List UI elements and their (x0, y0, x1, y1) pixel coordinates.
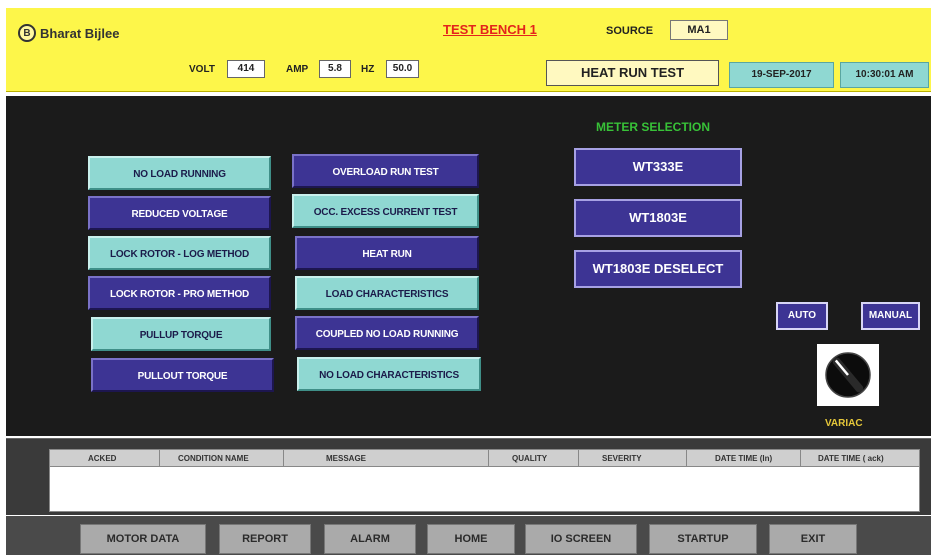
test-pullup-torque-button[interactable]: PULLUP TORQUE (91, 317, 271, 351)
test-load-characteristics-button[interactable]: LOAD CHARACTERISTICS (295, 276, 479, 310)
test-reduced-voltage-button[interactable]: REDUCED VOLTAGE (88, 196, 271, 230)
col-message[interactable]: MESSAGE (284, 450, 489, 466)
current-test-name: HEAT RUN TEST (546, 60, 719, 86)
hz-label: HZ (361, 64, 375, 75)
alarm-table[interactable]: ACKED CONDITION NAME MESSAGE QUALITY SEV… (49, 449, 920, 512)
col-date-time-in[interactable]: DATE TIME (In) (687, 450, 801, 466)
volt-value: 414 (227, 60, 265, 78)
alarm-table-header: ACKED CONDITION NAME MESSAGE QUALITY SEV… (50, 450, 919, 467)
footer-nav: MOTOR DATA REPORT ALARM HOME IO SCREEN S… (6, 516, 931, 555)
time-display: 10:30:01 AM (840, 62, 929, 88)
test-no-load-running-button[interactable]: NO LOAD RUNNING (88, 156, 271, 190)
col-condition-name[interactable]: CONDITION NAME (160, 450, 284, 466)
alarm-panel: ACKED CONDITION NAME MESSAGE QUALITY SEV… (6, 438, 931, 515)
header-bar: B Bharat Bijlee TEST BENCH 1 SOURCE MA1 … (6, 8, 931, 92)
company-name: Bharat Bijlee (40, 25, 120, 41)
bench-title: TEST BENCH 1 (443, 22, 537, 37)
test-coupled-no-load-button[interactable]: COUPLED NO LOAD RUNNING (295, 316, 479, 350)
col-date-time-ack[interactable]: DATE TIME ( ack) (801, 450, 919, 466)
logo-mark-icon: B (18, 24, 36, 42)
test-lock-rotor-pro-button[interactable]: LOCK ROTOR - PRO METHOD (88, 276, 271, 310)
manual-mode-button[interactable]: MANUAL (861, 302, 920, 330)
test-overload-run-button[interactable]: OVERLOAD RUN TEST (292, 154, 479, 188)
col-acked[interactable]: ACKED (50, 450, 160, 466)
hmi-screen: B Bharat Bijlee TEST BENCH 1 SOURCE MA1 … (6, 8, 931, 555)
nav-exit-button[interactable]: EXIT (769, 524, 857, 554)
source-value: MA1 (670, 20, 728, 40)
hz-value: 50.0 (386, 60, 419, 78)
source-label: SOURCE (606, 25, 654, 37)
meter-wt1803e-deselect-button[interactable]: WT1803E DESELECT (574, 250, 742, 288)
variac-knob-icon[interactable] (817, 344, 879, 406)
amp-label: AMP (286, 64, 309, 75)
nav-io-screen-button[interactable]: IO SCREEN (525, 524, 637, 554)
nav-home-button[interactable]: HOME (427, 524, 515, 554)
main-panel: NO LOAD RUNNING REDUCED VOLTAGE LOCK ROT… (6, 96, 931, 436)
test-pullout-torque-button[interactable]: PULLOUT TORQUE (91, 358, 274, 392)
test-lock-rotor-log-button[interactable]: LOCK ROTOR - LOG METHOD (88, 236, 271, 270)
test-occ-excess-current-button[interactable]: OCC. EXCESS CURRENT TEST (292, 194, 479, 228)
nav-startup-button[interactable]: STARTUP (649, 524, 757, 554)
volt-label: VOLT (189, 64, 215, 75)
col-quality[interactable]: QUALITY (489, 450, 579, 466)
nav-alarm-button[interactable]: ALARM (324, 524, 416, 554)
company-logo: B Bharat Bijlee (18, 24, 119, 42)
meter-wt1803e-button[interactable]: WT1803E (574, 199, 742, 237)
variac-label: VARIAC (825, 418, 863, 429)
auto-mode-button[interactable]: AUTO (776, 302, 828, 330)
nav-report-button[interactable]: REPORT (219, 524, 311, 554)
nav-motor-data-button[interactable]: MOTOR DATA (80, 524, 206, 554)
meter-selection-title: METER SELECTION (596, 120, 711, 134)
col-severity[interactable]: SEVERITY (579, 450, 687, 466)
test-no-load-characteristics-button[interactable]: NO LOAD CHARACTERISTICS (297, 357, 481, 391)
amp-value: 5.8 (319, 60, 351, 78)
meter-wt333e-button[interactable]: WT333E (574, 148, 742, 186)
test-heat-run-button[interactable]: HEAT RUN (295, 236, 479, 270)
date-display: 19-SEP-2017 (729, 62, 834, 88)
